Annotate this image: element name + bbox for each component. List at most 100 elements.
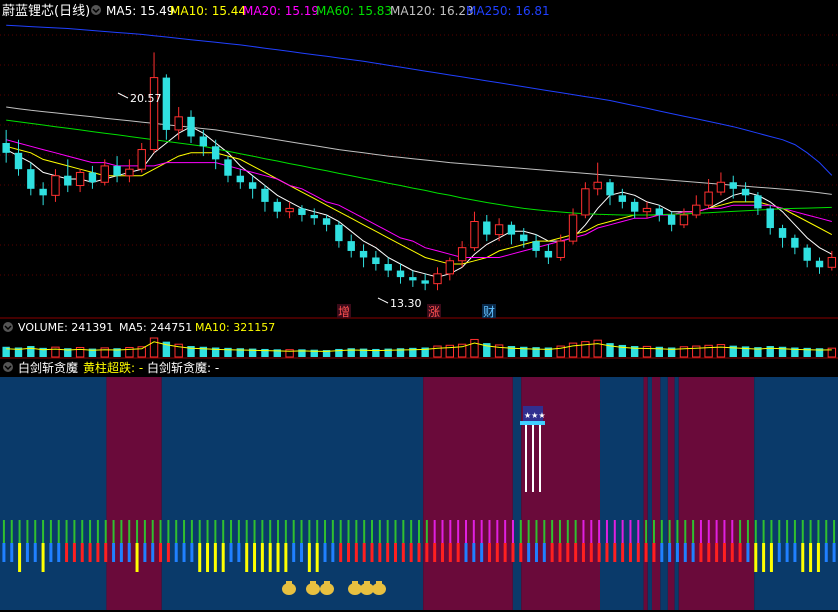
volume-ma5: MA5: 244751 — [119, 321, 192, 334]
candle-body — [483, 221, 491, 235]
candle-body — [359, 250, 368, 258]
indicator-region-blue — [0, 377, 107, 610]
candle-body — [581, 188, 590, 216]
candle-body — [692, 204, 701, 216]
candle-body — [741, 188, 750, 196]
candle-body — [679, 214, 689, 226]
volume-bar — [593, 339, 602, 358]
candle-body — [322, 218, 331, 225]
candle-body — [667, 214, 676, 225]
collapse-toggle-indicator[interactable] — [3, 362, 13, 372]
candle-body — [655, 208, 664, 215]
stock-chart-window: 20.57 13.30 增 涨 财 蔚蓝锂芯 (日线) MA5: 15.49 M… — [0, 0, 838, 612]
marker-zhang[interactable]: 涨 — [428, 304, 440, 319]
indicator-signal-label: 黄柱超跌: - — [83, 360, 143, 375]
candle-body — [347, 241, 355, 251]
candle-body — [396, 270, 405, 278]
indicator-signal-value: 白剑斩贪魔: - — [147, 360, 219, 375]
ma5-label: MA5: 15.49 — [106, 4, 174, 18]
candle-body — [285, 207, 294, 213]
candle-body — [409, 277, 417, 281]
indicator-region-blue — [600, 377, 644, 610]
volume-bar — [716, 344, 726, 358]
indicator-region-blue — [647, 377, 652, 610]
candle-body — [494, 224, 504, 236]
candle-body — [248, 182, 257, 189]
candle-body — [630, 201, 639, 212]
period-label: (日线) — [54, 4, 90, 19]
indicator-region-blue — [674, 377, 679, 610]
high-price-label: 20.57 — [130, 92, 162, 105]
marker-zeng[interactable]: 增 — [338, 305, 350, 319]
candle-body — [729, 182, 737, 189]
ma250-label: MA250: 16.81 — [466, 4, 550, 18]
candle-body — [100, 165, 109, 183]
ma20-label: MA20: 15.19 — [243, 4, 319, 18]
volume-bar — [470, 338, 479, 358]
candle-body — [445, 260, 455, 275]
candle-body — [754, 195, 762, 209]
candle-body — [335, 224, 343, 242]
indicator-region-maroon — [667, 377, 675, 610]
candle-body — [64, 175, 72, 186]
candle-body — [372, 257, 380, 265]
candle-body — [149, 77, 159, 151]
marker-cai[interactable]: 财 — [483, 305, 495, 319]
collapse-toggle-price[interactable] — [91, 5, 101, 15]
candle-body — [470, 221, 479, 249]
low-annotation: 13.30 — [377, 297, 422, 310]
stock-name: 蔚蓝锂芯 — [2, 4, 54, 19]
candle-body — [273, 201, 281, 212]
volume-bar — [766, 346, 774, 357]
high-annotation: 20.57 — [117, 92, 162, 105]
indicator-region-maroon — [678, 377, 755, 610]
candle-body — [704, 191, 713, 206]
candle-body — [75, 171, 85, 187]
candle-body — [310, 214, 318, 219]
indicator-background-regions — [0, 377, 838, 610]
indicator-region-maroon — [106, 377, 162, 610]
volume-bar — [2, 346, 10, 357]
indicator-header: 白剑斩贪魔 黄柱超跌: - 白剑斩贪魔: - — [0, 359, 838, 376]
candle-body — [827, 256, 837, 268]
indicator-region-maroon — [643, 377, 648, 610]
candle-body — [593, 181, 602, 190]
moving-average-lines — [5, 24, 833, 278]
candle-body — [384, 264, 392, 271]
ma-line-ma120 — [6, 106, 832, 195]
volume-bars — [2, 337, 837, 358]
indicator-name: 白剑斩贪魔 — [18, 360, 78, 375]
candle-body — [174, 116, 183, 131]
indicator-region-maroon — [423, 377, 513, 610]
candle-body — [544, 250, 553, 258]
candle-body — [137, 149, 146, 170]
candle-body — [39, 188, 47, 196]
volume-header: VOLUME: 241391 MA5: 244751 MA10: 321157 — [3, 321, 275, 334]
ma10-label: MA10: 15.44 — [170, 4, 246, 18]
candle-body — [51, 175, 60, 196]
indicator-region-blue — [660, 377, 668, 610]
candle-body — [815, 260, 824, 268]
chart-canvas: 20.57 13.30 增 涨 财 蔚蓝锂芯 (日线) MA5: 15.49 M… — [0, 4, 838, 610]
candle-body — [606, 182, 614, 196]
candle-body — [433, 273, 442, 285]
candle-body — [162, 77, 171, 130]
candle-body — [803, 247, 811, 261]
collapse-toggle-volume[interactable] — [3, 322, 13, 332]
price-gridlines — [0, 34, 838, 276]
candle-body — [261, 188, 269, 202]
candle-body — [778, 228, 787, 238]
candle-body — [236, 175, 245, 183]
candle-body — [27, 169, 35, 189]
candle-body — [125, 168, 134, 177]
candle-body — [199, 136, 208, 147]
candle-body — [187, 116, 195, 137]
candle-body — [642, 207, 652, 213]
candle-body — [14, 152, 23, 170]
ma120-label: MA120: 16.23 — [390, 4, 474, 18]
candle-body — [507, 224, 516, 235]
candle-body — [520, 234, 528, 242]
candle-body — [618, 195, 627, 202]
price-header: 蔚蓝锂芯 (日线) MA5: 15.49 MA10: 15.44 MA20: 1… — [2, 4, 550, 19]
volume-bar — [149, 337, 159, 358]
